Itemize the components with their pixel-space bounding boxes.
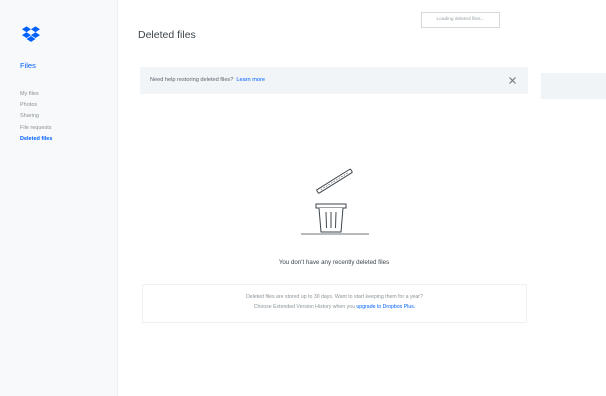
empty-state-message: You don't have any recently deleted file… <box>278 259 390 266</box>
sidebar-item-deleted-files[interactable]: Deleted files <box>20 134 52 145</box>
help-banner: Need help restoring deleted files? Learn … <box>140 67 528 94</box>
page-title: Deleted files <box>138 29 196 41</box>
sidebar-item-my-files[interactable]: My files <box>20 89 52 100</box>
side-panel <box>541 73 606 99</box>
help-banner-message: Need help restoring deleted files? <box>150 77 234 83</box>
upgrade-info-text: Choose Extended Version History when you… <box>143 304 526 310</box>
loading-indicator: Loading deleted files... <box>421 12 500 28</box>
sidebar-nav: My files Photos Sharing File requests De… <box>20 89 52 145</box>
upgrade-link[interactable]: upgrade to Dropbox Plus. <box>356 304 415 310</box>
retention-info-text: Deleted files are stored up to 30 days. … <box>246 294 423 300</box>
sidebar: Files My files Photos Sharing File reque… <box>0 0 118 396</box>
trash-can-icon <box>301 168 369 235</box>
sidebar-item-sharing[interactable]: Sharing <box>20 111 52 122</box>
learn-more-link[interactable]: Learn more <box>236 77 265 83</box>
dropbox-logo-icon[interactable] <box>22 26 40 42</box>
help-banner-text: Need help restoring deleted files? Learn … <box>150 67 265 94</box>
upgrade-info-prefix: Choose Extended Version History when you <box>253 304 355 310</box>
sidebar-section-files[interactable]: Files <box>20 61 36 70</box>
close-icon[interactable] <box>508 76 517 85</box>
sidebar-item-photos[interactable]: Photos <box>20 100 52 111</box>
retention-info-box: Deleted files are stored up to 30 days. … <box>142 284 527 323</box>
sidebar-item-file-requests[interactable]: File requests <box>20 123 52 134</box>
